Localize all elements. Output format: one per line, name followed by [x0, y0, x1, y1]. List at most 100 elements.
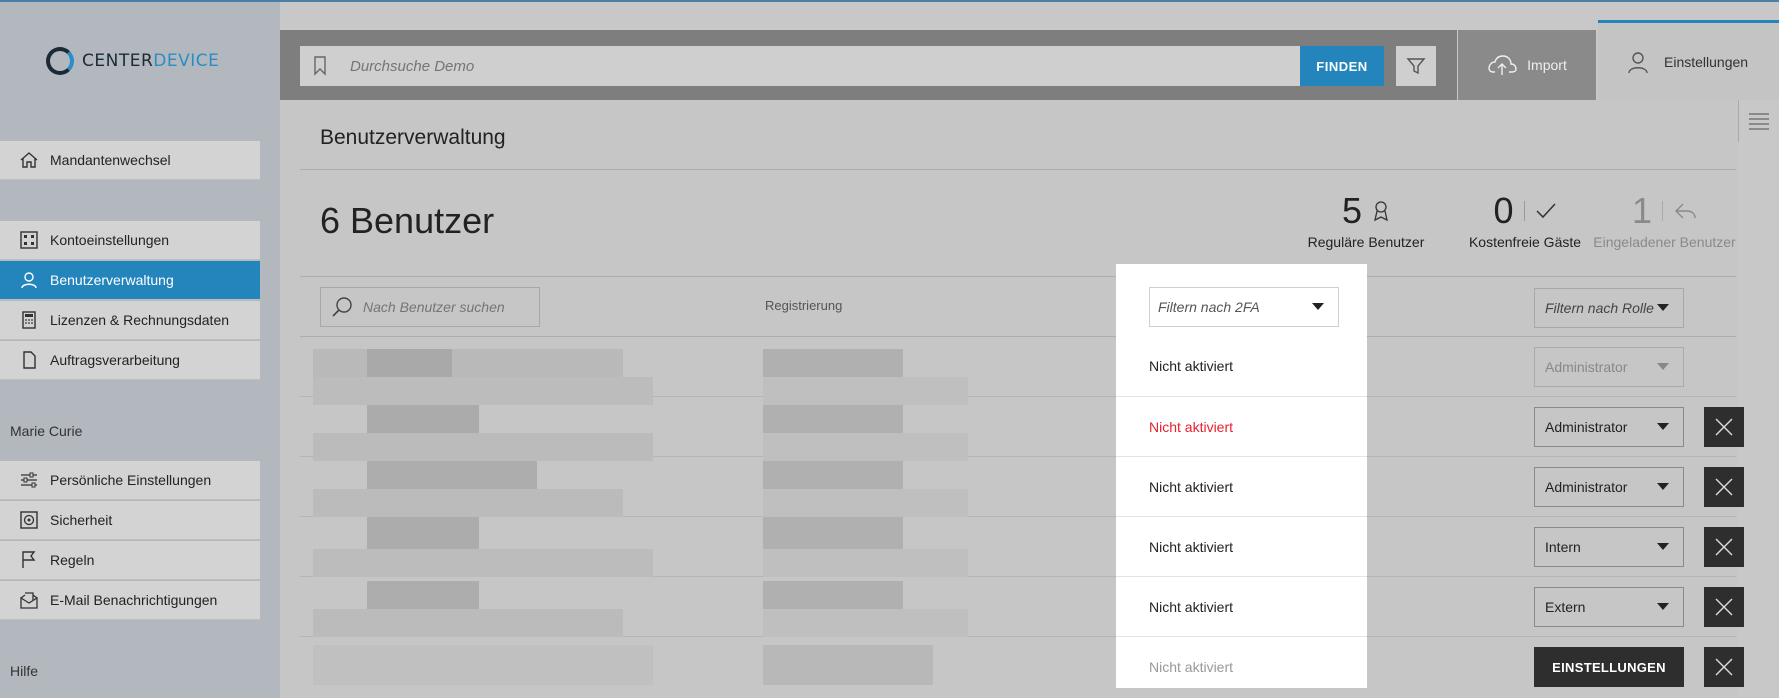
user-section-title: Marie Curie: [10, 423, 83, 439]
stat-value: 1: [1631, 190, 1653, 231]
reply-icon: [1662, 201, 1697, 221]
sliders-icon: [18, 469, 40, 491]
user-search-field[interactable]: [320, 287, 540, 327]
caret-down-icon: [1657, 483, 1669, 490]
redacted-block: [367, 349, 452, 377]
role-value: Administrator: [1545, 479, 1628, 495]
twofa-status: Nicht aktiviert: [1149, 358, 1234, 374]
delete-user-button[interactable]: [1704, 587, 1744, 627]
import-button[interactable]: Import: [1458, 30, 1596, 100]
hamburger-icon: [1749, 113, 1769, 130]
search-bar: FINDEN: [280, 30, 1457, 100]
twofa-status: Nicht aktiviert: [1116, 516, 1367, 576]
user-search-input[interactable]: [363, 299, 533, 315]
delete-user-button[interactable]: [1704, 647, 1744, 687]
document-icon: [18, 349, 40, 371]
twofa-column: Filtern nach 2FA Nicht aktiviert Nicht a…: [1116, 264, 1367, 688]
filter-button[interactable]: [1396, 46, 1436, 86]
caret-down-icon: [1657, 363, 1669, 370]
search-input[interactable]: [340, 57, 1240, 75]
registration-column-header[interactable]: Registrierung: [765, 298, 842, 313]
caret-down-icon: [1312, 303, 1324, 310]
help-section-title[interactable]: Hilfe: [10, 663, 38, 679]
redacted-user-name: [313, 349, 623, 377]
close-icon: [1715, 478, 1733, 496]
sidebar-item-auftragsverarbeitung[interactable]: Auftragsverarbeitung: [0, 341, 260, 380]
role-filter-label: Filtern nach Rolle: [1545, 300, 1654, 316]
sidebar-item-persoenliche-einstellungen[interactable]: Persönliche Einstellungen: [0, 461, 260, 500]
role-select: Administrator: [1534, 347, 1684, 387]
invitation-settings-button[interactable]: EINSTELLUNGEN: [1534, 647, 1684, 687]
role-select[interactable]: Administrator: [1534, 407, 1684, 447]
redacted-block: [313, 549, 653, 577]
sidebar-item-label: Kontoeinstellungen: [50, 232, 170, 248]
redacted-registration-date: [763, 349, 903, 377]
stat-free-guests: 0 Kostenfreie Gäste: [1450, 190, 1600, 250]
redacted-block: [313, 609, 623, 637]
sidebar-item-benutzerverwaltung[interactable]: Benutzerverwaltung: [0, 261, 260, 300]
search-icon: [332, 297, 352, 317]
sidebar-item-kontoeinstellungen[interactable]: Kontoeinstellungen: [0, 221, 260, 260]
redacted-block: [367, 581, 479, 609]
sidebar-item-regeln[interactable]: Regeln: [0, 541, 260, 580]
sidebar-item-label: Benutzerverwaltung: [50, 272, 174, 288]
redacted-block: [763, 461, 903, 489]
close-icon: [1715, 418, 1733, 436]
mail-icon: [18, 589, 40, 611]
sidebar-item-email-benachrichtigungen[interactable]: E-Mail Benachrichtigungen: [0, 581, 260, 620]
redacted-block: [763, 517, 903, 549]
delete-user-button[interactable]: [1704, 407, 1744, 447]
filter-icon: [1406, 58, 1426, 75]
page-title: Benutzerverwaltung: [320, 126, 506, 149]
cloud-upload-icon: [1488, 55, 1517, 75]
stat-label: Eingeladener Benutzer: [1593, 234, 1736, 250]
stat-value: 0: [1493, 190, 1514, 231]
redacted-block: [763, 609, 968, 637]
search-button[interactable]: FINDEN: [1300, 46, 1384, 86]
twofa-filter-select[interactable]: Filtern nach 2FA: [1149, 287, 1339, 327]
import-label: Import: [1527, 57, 1567, 73]
sidebar-item-label: Regeln: [50, 552, 95, 568]
redacted-block: [763, 489, 968, 517]
check-icon: [1523, 201, 1557, 221]
logo[interactable]: CENTERDEVICE: [46, 46, 219, 76]
stat-invited-users: 1 Eingeladener Benutzer: [1592, 190, 1737, 250]
role-value: Extern: [1545, 599, 1586, 615]
search-field[interactable]: [300, 46, 1300, 86]
delete-user-button[interactable]: [1704, 527, 1744, 567]
sidebar-item-mandantenwechsel[interactable]: Mandantenwechsel: [0, 141, 260, 180]
menu-button[interactable]: [1738, 100, 1779, 142]
role-select[interactable]: Extern: [1534, 587, 1684, 627]
grid-icon: [18, 229, 40, 251]
sidebar: CENTERDEVICE Mandantenwechsel Kontoeinst…: [0, 2, 280, 698]
sidebar-item-label: Sicherheit: [50, 512, 113, 528]
settings-button[interactable]: Einstellungen: [1598, 20, 1779, 100]
twofa-status: Nicht aktiviert: [1116, 576, 1367, 636]
redacted-block: [367, 517, 479, 549]
award-icon: [1372, 200, 1390, 222]
sidebar-item-label: E-Mail Benachrichtigungen: [50, 592, 218, 608]
sidebar-item-sicherheit[interactable]: Sicherheit: [0, 501, 260, 540]
sidebar-item-lizenzen[interactable]: Lizenzen & Rechnungsdaten: [0, 301, 260, 340]
settings-label: Einstellungen: [1664, 53, 1749, 70]
role-select[interactable]: Administrator: [1534, 467, 1684, 507]
home-icon: [18, 149, 40, 171]
flag-icon: [18, 549, 40, 571]
role-value: Intern: [1545, 539, 1581, 555]
user-count-title: 6 Benutzer: [320, 200, 495, 241]
redacted-block: [763, 549, 968, 577]
role-value: Administrator: [1545, 419, 1628, 435]
divider: [300, 169, 1736, 170]
close-icon: [1715, 598, 1733, 616]
role-filter-select[interactable]: Filtern nach Rolle: [1534, 288, 1684, 328]
sidebar-item-label: Mandantenwechsel: [50, 152, 171, 168]
bookmark-icon[interactable]: [300, 56, 340, 76]
delete-user-button[interactable]: [1704, 467, 1744, 507]
redacted-block: [763, 405, 903, 433]
divider: [300, 276, 1736, 277]
role-select[interactable]: Intern: [1534, 527, 1684, 567]
redacted-block: [367, 461, 537, 489]
redacted-user-email: [313, 377, 653, 405]
redacted-block: [763, 377, 968, 405]
role-value: Administrator: [1545, 359, 1628, 375]
